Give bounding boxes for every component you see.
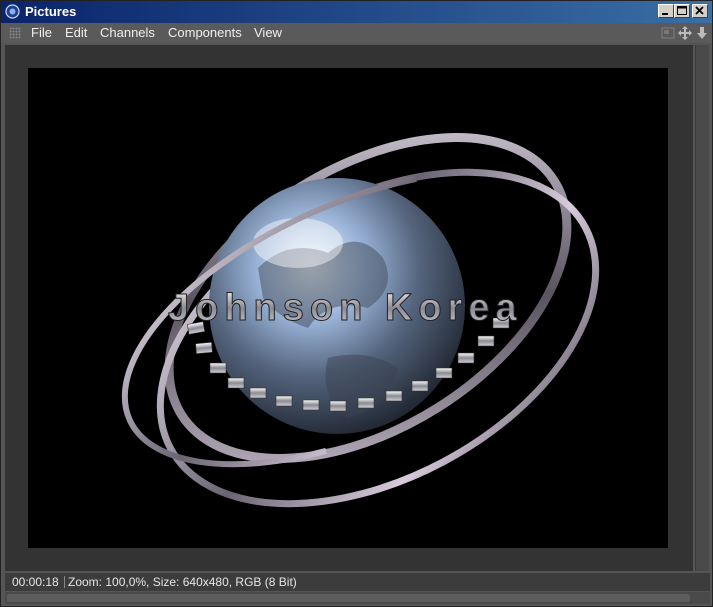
maximize-button[interactable] [674, 4, 690, 18]
minimize-icon [662, 13, 668, 15]
status-bar: 00:00:18 Zoom: 100,0%, Size: 640x480, RG… [5, 573, 710, 591]
close-icon [695, 6, 704, 15]
picture-viewport[interactable]: Johnson Korea [5, 45, 693, 571]
picture-image: Johnson Korea [121, 133, 600, 508]
title-bar[interactable]: Pictures [1, 1, 712, 23]
menu-channels[interactable]: Channels [100, 25, 155, 40]
close-button[interactable] [692, 4, 708, 18]
horizontal-scroll-thumb[interactable] [7, 594, 690, 602]
menu-edit[interactable]: Edit [65, 25, 87, 40]
horizontal-scrollbar[interactable] [5, 592, 710, 604]
view-icon[interactable] [661, 26, 675, 40]
picture-overlay-text: Johnson Korea [168, 287, 523, 329]
vertical-scrollbar[interactable] [695, 45, 709, 571]
download-icon[interactable] [695, 26, 709, 40]
maximize-icon [677, 6, 687, 15]
menu-bar: File Edit Channels Components View [1, 23, 712, 43]
menu-view[interactable]: View [254, 25, 282, 40]
move-icon[interactable] [678, 26, 692, 40]
grip-icon[interactable] [9, 27, 21, 39]
app-icon [5, 4, 20, 19]
status-info: Zoom: 100,0%, Size: 640x480, RGB (8 Bit) [68, 575, 297, 589]
pictures-window: Pictures File Edit Channels Components V… [0, 0, 713, 607]
window-title: Pictures [25, 4, 77, 19]
rendered-picture: Johnson Korea [28, 68, 668, 548]
menu-components[interactable]: Components [168, 25, 242, 40]
minimize-button[interactable] [658, 4, 674, 18]
status-separator [64, 576, 65, 588]
status-time: 00:00:18 [12, 575, 59, 589]
menu-file[interactable]: File [31, 25, 52, 40]
